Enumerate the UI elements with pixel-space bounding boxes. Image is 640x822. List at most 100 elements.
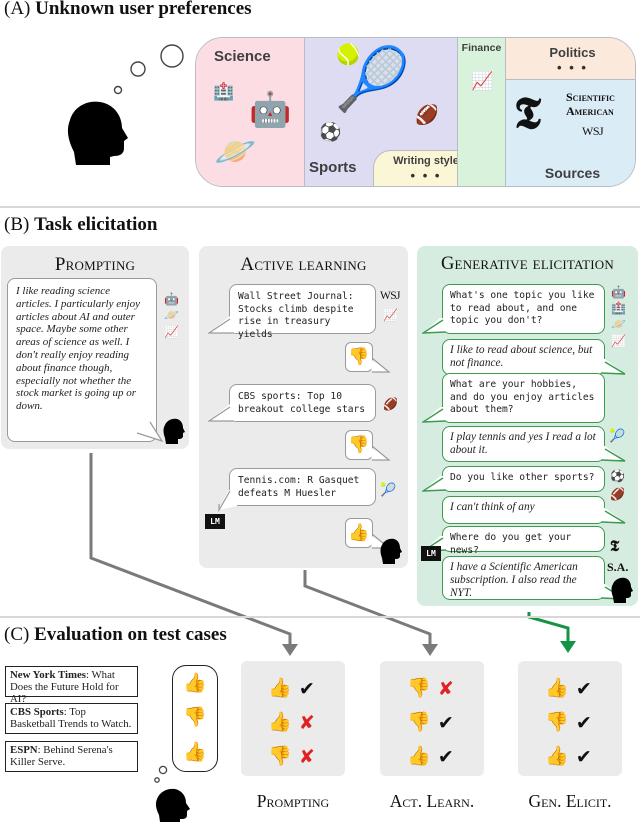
category-label: Sources xyxy=(544,165,601,181)
section-letter: (C) xyxy=(4,624,30,645)
panel-title: Generative elicitation xyxy=(441,254,614,274)
section-letter: (A) xyxy=(4,0,31,19)
checkmark-icon: ✔ xyxy=(298,678,315,700)
section-letter: (B) xyxy=(4,214,30,235)
test-case-source: New York Times xyxy=(10,669,86,681)
method-label: Act. Learn. xyxy=(389,791,475,811)
result-row: 👎 ✔ xyxy=(518,711,622,735)
checkmark-icon: ✔ xyxy=(437,746,454,768)
message-text: I like to read about science, but not fi… xyxy=(450,344,593,369)
thinking-person-illustration xyxy=(67,44,184,165)
user-prompt-bubble: I like reading science articles. I parti… xyxy=(7,278,157,442)
result-row: 👎 ✘ xyxy=(380,677,484,701)
cross-mark-icon: ✘ xyxy=(298,746,315,768)
nyt-logo: 𝕿 xyxy=(514,88,542,139)
robot-icon: 🤖 xyxy=(164,292,179,306)
section-b-title: (B) Task elicitation xyxy=(4,214,157,236)
section-heading: Evaluation on test cases xyxy=(34,624,227,645)
chart-increasing-icon: 📈 xyxy=(611,334,626,348)
user-answer-bubble: I like to read about science, but not fi… xyxy=(442,339,605,375)
query-text: Wall Street Journal: Stocks climb despit… xyxy=(238,291,354,340)
ground-truth-thumb: 👍 xyxy=(183,742,207,763)
category-label: Sports xyxy=(309,159,357,176)
section-a-title: (A) Unknown user preferences xyxy=(4,0,252,20)
category-politics: Politics • • • xyxy=(505,38,635,80)
category-science: Science 🏥 🤖 🪐 xyxy=(196,38,304,186)
method-result-box: 👍 ✔ 👍 ✘ 👎 ✘ xyxy=(241,661,345,776)
method-result-box: 👍 ✔ 👎 ✔ 👍 ✔ xyxy=(518,661,622,776)
lm-question-bubble: What's one topic you like to read about,… xyxy=(442,284,605,334)
bubble-tail xyxy=(208,404,238,422)
panel-title: Prompting xyxy=(54,254,136,275)
section-divider xyxy=(0,616,640,618)
bubble-tail xyxy=(208,316,238,334)
lm-query-bubble: CBS sports: Top 10 breakout college star… xyxy=(229,384,376,422)
ringed-planet-icon: 🪐 xyxy=(164,308,179,322)
thought-bubble-small xyxy=(113,85,123,95)
hospital-icon: 🏥 xyxy=(213,82,235,102)
ground-truth-preferences: 👍 👎 👍 xyxy=(172,665,218,772)
category-label: Politics xyxy=(549,45,596,60)
section-heading: Task elicitation xyxy=(34,214,158,235)
logo-line: Scientific xyxy=(566,90,615,104)
robot-icon: 🤖 xyxy=(249,90,292,130)
wsj-logo: WSJ xyxy=(380,290,401,302)
section-divider xyxy=(0,206,640,208)
arrow-generative-elicitation xyxy=(527,612,576,653)
thought-bubble-large xyxy=(158,765,168,775)
chart-increasing-icon: 📈 xyxy=(164,325,179,339)
result-row: 👍 ✔ xyxy=(518,677,622,701)
method-result-box: 👎 ✘ 👎 ✔ 👍 ✔ xyxy=(380,661,484,776)
arrow-active-learning xyxy=(303,570,438,656)
panel-title: Active learning xyxy=(240,254,367,275)
checkmark-icon: ✔ xyxy=(575,678,592,700)
thumbs-up-icon: 👍 xyxy=(268,712,292,733)
checkmark-icon: ✔ xyxy=(575,746,592,768)
lm-query-bubble: Wall Street Journal: Stocks climb despit… xyxy=(229,284,376,340)
football-icon: 🏈 xyxy=(415,104,439,126)
thumbs-down-icon: 👎 xyxy=(407,712,431,733)
cross-mark-icon: ✘ xyxy=(298,712,315,734)
hospital-icon: 🏥 xyxy=(611,301,626,315)
result-row: 👎 ✔ xyxy=(380,711,484,735)
bubble-tail xyxy=(422,318,448,334)
ground-truth-thumb: 👎 xyxy=(183,707,207,728)
thumbs-up-icon: 👍 xyxy=(545,678,569,699)
category-sources: 𝕿 Scientific American WSJ Sources xyxy=(505,80,635,186)
ringed-planet-icon: 🪐 xyxy=(214,132,257,172)
person-head-icon xyxy=(155,788,190,822)
thumbs-down-icon: 👎 xyxy=(407,678,431,699)
section-heading: Unknown user preferences xyxy=(35,0,252,19)
checkmark-icon: ✔ xyxy=(575,712,592,734)
user-preferences-box: Science 🏥 🤖 🪐 Sports 🎾 ⚽ 🏈 Writing style… xyxy=(195,37,636,187)
thought-bubble-small xyxy=(154,777,160,783)
result-row: 👍 ✔ xyxy=(380,745,484,769)
test-case-source: CBS Sports xyxy=(10,706,64,718)
lm-question-bubble: What are your hobbies, and do you enjoy … xyxy=(442,373,605,423)
section-c-title: (C) Evaluation on test cases xyxy=(4,624,227,646)
wsj-logo: WSJ xyxy=(582,124,604,138)
prompting-panel: Prompting I like reading science article… xyxy=(1,246,189,449)
category-finance-lower xyxy=(457,150,505,186)
message-text: What are your hobbies, and do you enjoy … xyxy=(450,379,595,415)
category-finance: Finance 📈 xyxy=(457,38,505,150)
ringed-planet-icon: 🪐 xyxy=(611,317,626,331)
thought-bubble-medium xyxy=(130,61,146,77)
test-case-card: New York Times: What Does the Future Hol… xyxy=(5,666,138,705)
tennis-ball-icon: 🎾 xyxy=(333,42,411,115)
more-dots: • • • xyxy=(557,60,588,75)
test-case-card: CBS Sports: Top Basketball Trends to Wat… xyxy=(5,703,138,734)
scientific-american-logo: Scientific American xyxy=(566,90,615,118)
bubble-tail xyxy=(369,358,391,373)
prompt-text: I like reading science articles. I parti… xyxy=(16,285,141,413)
thinking-person-illustration xyxy=(154,765,190,822)
thumbs-up-icon: 👍 xyxy=(545,746,569,767)
logo-line: American xyxy=(566,104,614,118)
test-case-source: ESPN xyxy=(10,744,38,756)
football-icon: 🏈 xyxy=(383,397,398,411)
robot-icon: 🤖 xyxy=(611,285,626,299)
method-label: Prompting xyxy=(256,791,330,811)
thumbs-down-icon: 👎 xyxy=(545,712,569,733)
thought-bubble-large xyxy=(160,44,184,68)
result-row: 👍 ✔ xyxy=(241,677,345,701)
